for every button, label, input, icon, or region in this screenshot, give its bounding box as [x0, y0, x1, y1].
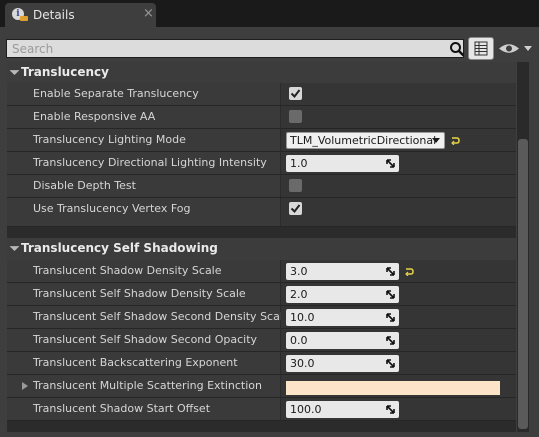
number-value: 1.0	[290, 157, 308, 170]
checkmark-icon	[290, 204, 301, 214]
property-label: Translucent Self Shadow Density Scale	[33, 287, 246, 300]
property-label: Translucent Backscattering Exponent	[33, 356, 238, 369]
tab-title: Details	[33, 8, 75, 22]
multiple-scattering-extinction-color-swatch[interactable]	[286, 381, 500, 395]
tab-bar: i Details ×	[0, 0, 539, 27]
property-label: Enable Responsive AA	[33, 110, 156, 123]
enable-separate-translucency-checkbox[interactable]	[289, 87, 302, 100]
collapse-arrow-icon	[9, 241, 20, 252]
category-translucency-self-shadowing[interactable]: Translucency Self Shadowing	[7, 238, 516, 260]
self-shadow-density-scale-field[interactable]: 2.0	[286, 286, 399, 303]
chevron-down-icon	[432, 138, 440, 143]
property-row: Enable Responsive AA	[7, 106, 516, 129]
drag-handle-icon	[386, 359, 395, 368]
close-icon[interactable]: ×	[143, 6, 154, 21]
number-value: 100.0	[290, 403, 322, 416]
self-shadow-second-opacity-field[interactable]: 0.0	[286, 332, 399, 349]
drag-handle-icon	[386, 336, 395, 345]
category-title: Translucency	[21, 65, 109, 79]
property-row: Translucent Multiple Scattering Extincti…	[7, 375, 516, 398]
property-row: Translucency Lighting Mode TLM_Volumetri…	[7, 129, 516, 152]
view-options-eye-icon[interactable]	[497, 40, 535, 57]
drag-handle-icon	[386, 313, 395, 322]
property-row: Translucent Backscattering Exponent 30.0	[7, 352, 516, 375]
property-matrix-button[interactable]	[468, 37, 494, 60]
disable-depth-test-checkbox[interactable]	[289, 179, 302, 192]
enable-responsive-aa-checkbox[interactable]	[289, 110, 302, 123]
reset-to-default-icon[interactable]	[405, 267, 414, 276]
drag-handle-icon	[386, 405, 395, 414]
property-label: Translucency Lighting Mode	[33, 133, 186, 146]
search-input[interactable]: Search	[6, 39, 465, 58]
shadow-density-scale-field[interactable]: 3.0	[286, 263, 399, 280]
property-label: Disable Depth Test	[33, 179, 136, 192]
number-value: 30.0	[290, 357, 315, 370]
property-row: Translucent Shadow Start Offset 100.0	[7, 398, 516, 421]
property-label: Translucent Shadow Density Scale	[33, 264, 222, 277]
property-label: Translucent Self Shadow Second Density S…	[33, 310, 290, 323]
property-label: Translucency Directional Lighting Intens…	[33, 156, 267, 169]
category-title: Translucency Self Shadowing	[21, 241, 218, 255]
property-label: Enable Separate Translucency	[33, 87, 199, 100]
checkmark-icon	[290, 89, 301, 99]
number-value: 0.0	[290, 334, 308, 347]
number-value: 2.0	[290, 288, 308, 301]
property-label: Translucent Multiple Scattering Extincti…	[33, 379, 262, 392]
category-translucency[interactable]: Translucency	[7, 62, 516, 83]
drag-handle-icon	[386, 290, 395, 299]
translucency-lighting-mode-dropdown[interactable]: TLM_VolumetricDirectional	[286, 132, 445, 149]
backscattering-exponent-field[interactable]: 30.0	[286, 355, 399, 372]
property-row: Translucent Self Shadow Second Density S…	[7, 306, 516, 329]
drag-handle-icon	[386, 267, 395, 276]
property-label: Use Translucency Vertex Fog	[33, 202, 191, 215]
property-row: Translucent Shadow Density Scale 3.0	[7, 260, 516, 283]
self-shadow-second-density-scale-field[interactable]: 10.0	[286, 309, 399, 326]
drag-handle-icon	[386, 159, 395, 168]
scrollbar-thumb[interactable]	[518, 139, 528, 429]
reset-to-default-icon[interactable]	[451, 136, 460, 145]
tab-details[interactable]: i Details ×	[5, 3, 156, 27]
directional-lighting-intensity-field[interactable]: 1.0	[286, 155, 399, 172]
details-icon-badge	[20, 16, 28, 21]
expand-arrow-icon[interactable]	[22, 382, 28, 390]
property-row: Use Translucency Vertex Fog	[7, 198, 516, 227]
property-row: Translucent Self Shadow Second Opacity 0…	[7, 329, 516, 352]
use-translucency-vertex-fog-checkbox[interactable]	[289, 202, 302, 215]
property-label: Translucent Self Shadow Second Opacity	[33, 333, 258, 346]
grid-icon	[474, 41, 488, 56]
search-icon[interactable]	[449, 41, 465, 57]
property-row: Translucency Directional Lighting Intens…	[7, 152, 516, 175]
property-row: Disable Depth Test	[7, 175, 516, 198]
dropdown-value: TLM_VolumetricDirectional	[290, 134, 437, 147]
property-label: Translucent Shadow Start Offset	[33, 402, 211, 415]
number-value: 10.0	[290, 311, 315, 324]
search-placeholder: Search	[12, 42, 54, 56]
property-row: Enable Separate Translucency	[7, 83, 516, 106]
shadow-start-offset-field[interactable]: 100.0	[286, 401, 399, 418]
property-row: Translucent Self Shadow Density Scale 2.…	[7, 283, 516, 306]
number-value: 3.0	[290, 265, 308, 278]
collapse-arrow-icon	[9, 65, 20, 76]
